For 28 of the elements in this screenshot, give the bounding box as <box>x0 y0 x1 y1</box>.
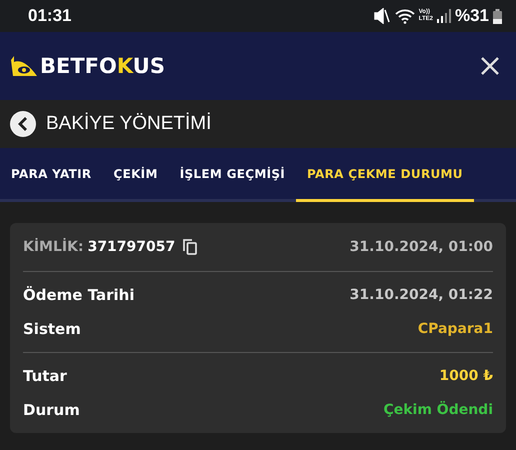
id-label: KİMLİK: <box>23 239 84 255</box>
tab[interactable]: ÇEKİM <box>102 148 169 202</box>
row-label: Durum <box>23 401 80 419</box>
clock-time: 01:31 <box>28 6 72 26</box>
row-value: CPapara1 <box>418 321 493 337</box>
eye-logo-icon <box>10 54 38 78</box>
mute-icon <box>372 8 391 24</box>
wifi-icon <box>394 8 415 24</box>
created-date: 31.10.2024, 01:00 <box>350 239 493 255</box>
row-label: Sistem <box>23 320 81 338</box>
tab[interactable]: PARA YATIR <box>0 148 102 202</box>
tab[interactable]: İŞLEM GEÇMİŞİ <box>168 148 296 202</box>
row-value: 1000 ₺ <box>439 368 493 384</box>
close-icon[interactable] <box>480 56 500 76</box>
row-value: Çekim Ödendi <box>383 402 493 418</box>
chevron-left-icon <box>17 117 29 131</box>
row-label: Ödeme Tarihi <box>23 286 134 304</box>
row-label: Tutar <box>23 367 67 385</box>
back-button[interactable] <box>10 111 36 137</box>
copy-icon[interactable] <box>183 239 198 255</box>
battery-icon <box>493 8 502 24</box>
signal-icon <box>436 9 451 23</box>
id-value: 371797057 <box>88 239 176 255</box>
page-title: BAKİYE YÖNETİMİ <box>46 113 212 135</box>
tab[interactable]: PARA ÇEKME DURUMU <box>296 148 474 202</box>
brand-logo-text: BETFOKUS <box>40 54 165 78</box>
row-value: 31.10.2024, 01:22 <box>350 287 493 303</box>
battery-percent: %31 <box>454 6 489 26</box>
